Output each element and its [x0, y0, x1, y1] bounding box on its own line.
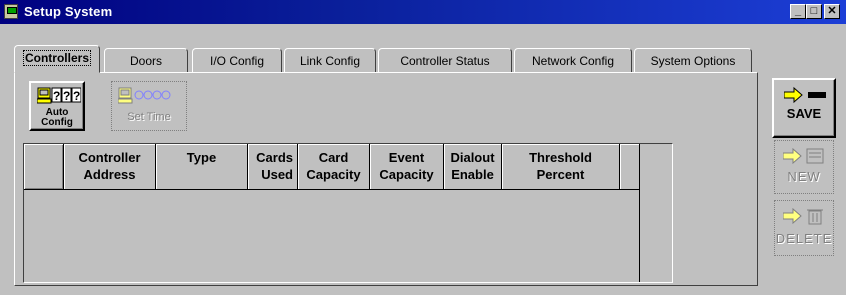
delete-label: DELETE [775, 231, 833, 246]
auto-config-button[interactable]: ? ? ? Auto Config [29, 81, 85, 131]
header-line: Event [388, 150, 425, 165]
header-line: Controller [78, 150, 141, 165]
svg-text:?: ? [63, 89, 70, 103]
header-line: Enable [451, 167, 494, 182]
col-header-filler [620, 144, 640, 190]
grid-right-divider [639, 190, 640, 282]
delete-button[interactable]: DELETE [774, 200, 834, 256]
header-line: Address [83, 167, 136, 182]
row-selector-header[interactable] [24, 144, 64, 190]
col-header-cards-used[interactable]: Cards Used [248, 144, 298, 190]
tab-doors[interactable]: Doors [104, 48, 188, 73]
tab-label: Doors [129, 54, 162, 68]
header-line: Threshold [529, 150, 592, 165]
tab-label: Link Config [299, 54, 361, 68]
save-button[interactable]: SAVE [772, 78, 836, 138]
tab-label: Network Config [531, 54, 615, 68]
controllers-grid[interactable]: Controller Address Type Cards Used Card … [23, 143, 673, 283]
tab-label: Controllers [22, 50, 91, 66]
set-time-button[interactable]: Set Time [111, 81, 187, 131]
window-title: Setup System [24, 4, 113, 19]
app-icon[interactable] [4, 4, 18, 19]
tab-io-config[interactable]: I/O Config [192, 48, 282, 73]
header-line: Dialout [450, 150, 495, 165]
svg-text:?: ? [53, 89, 60, 103]
computer-question-icon: ? ? ? [37, 87, 81, 104]
minimize-button[interactable]: _ [790, 4, 806, 19]
tab-label: System Options [650, 54, 736, 68]
maximize-button[interactable]: □ [806, 4, 822, 19]
header-line: Capacity [379, 167, 434, 182]
col-header-dialout-enable[interactable]: Dialout Enable [444, 144, 502, 190]
tab-label: Controller Status [400, 54, 490, 68]
controllers-panel: ? ? ? Auto Config Set Time Controller Ad… [14, 72, 758, 286]
save-arrow-icon [784, 86, 826, 104]
tab-controller-status[interactable]: Controller Status [378, 48, 512, 73]
new-record-icon [783, 147, 824, 165]
col-header-type[interactable]: Type [156, 144, 248, 190]
close-button[interactable]: ✕ [824, 4, 840, 19]
tab-system-options[interactable]: System Options [634, 48, 752, 73]
delete-trash-icon [783, 207, 823, 225]
svg-text:?: ? [73, 89, 80, 103]
tab-controllers[interactable]: Controllers [14, 45, 100, 73]
tab-label: I/O Config [209, 54, 265, 68]
header-line: Type [186, 150, 217, 165]
title-bar: Setup System _ □ ✕ [0, 0, 846, 24]
header-line: Used [261, 167, 293, 182]
new-button[interactable]: NEW [774, 140, 834, 194]
header-line: Cards [256, 150, 293, 165]
new-label: NEW [787, 169, 821, 184]
save-label: SAVE [786, 106, 822, 121]
col-header-controller-address[interactable]: Controller Address [64, 144, 156, 190]
header-line: Percent [536, 167, 585, 182]
computer-clock-icon [118, 87, 171, 104]
tab-link-config[interactable]: Link Config [284, 48, 376, 73]
tab-network-config[interactable]: Network Config [514, 48, 632, 73]
header-line: Card [318, 150, 349, 165]
auto-config-label-line2: Config [41, 117, 73, 128]
set-time-label: Set Time [127, 111, 171, 123]
header-line: Capacity [306, 167, 361, 182]
col-header-card-capacity[interactable]: Card Capacity [298, 144, 370, 190]
col-header-event-capacity[interactable]: Event Capacity [370, 144, 444, 190]
col-header-threshold-percent[interactable]: Threshold Percent [502, 144, 620, 190]
